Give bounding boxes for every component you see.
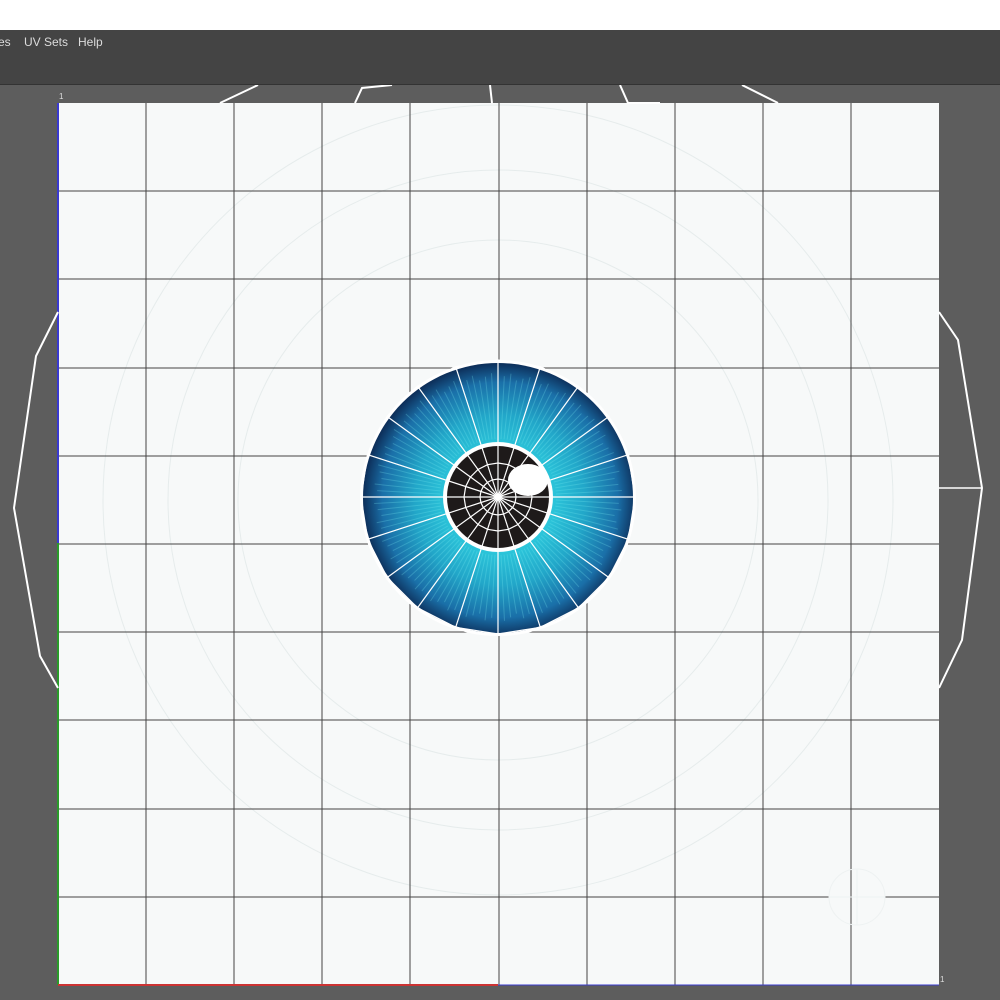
title-strip — [0, 0, 1000, 30]
menu-item-images[interactable]: es — [0, 35, 11, 49]
grid-label-origin-top: 1 — [59, 92, 64, 101]
sclera-outer-wire-top-5 — [741, 85, 779, 104]
sclera-outer-wire-right — [938, 311, 984, 689]
sclera-outer-wire-top-2 — [354, 85, 393, 104]
sclera-outer-wire-top-3 — [489, 85, 493, 104]
menu-item-help[interactable]: Help — [78, 35, 103, 49]
sclera-outer-wire-top-4 — [619, 85, 660, 104]
uv-toolbar — [0, 54, 1000, 85]
uv-editor-viewport[interactable]: 1 1 — [0, 85, 1000, 1000]
grid-label-corner: 1 — [940, 975, 945, 984]
menu-item-uv-sets[interactable]: UV Sets — [24, 35, 68, 49]
uv-editor-canvas[interactable]: 1 1 — [0, 85, 1000, 1000]
sclera-outer-wire-left — [12, 311, 59, 689]
iris-uv-wireframe — [360, 359, 636, 635]
crosshair-marker — [828, 868, 886, 926]
sclera-outer-wire-top — [219, 85, 259, 104]
menu-bar: es UV Sets Help — [0, 30, 1000, 54]
